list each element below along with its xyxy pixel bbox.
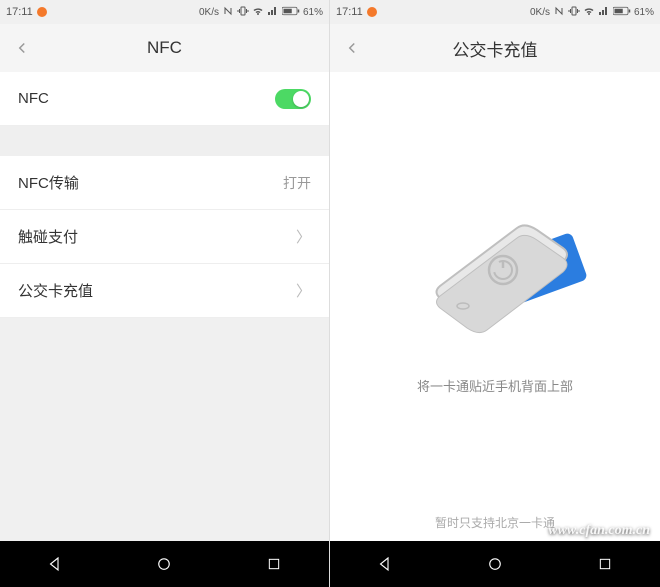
navbar bbox=[0, 541, 329, 587]
phone-left: 17:11 0K/s 61% NFC bbox=[0, 0, 330, 587]
instruction-text: 将一卡通贴近手机背面上部 bbox=[417, 376, 573, 395]
net-speed: 0K/s bbox=[530, 7, 550, 18]
record-indicator-icon bbox=[367, 7, 377, 17]
row-label: NFC传输 bbox=[18, 172, 79, 193]
status-bar: 17:11 0K/s 61% bbox=[330, 0, 660, 24]
record-indicator-icon bbox=[37, 7, 47, 17]
battery-icon bbox=[282, 6, 300, 19]
battery-pct: 61% bbox=[634, 7, 654, 18]
row-label: 公交卡充值 bbox=[18, 280, 93, 301]
row-transit-recharge[interactable]: 公交卡充值 〉 bbox=[0, 264, 329, 318]
vibrate-icon bbox=[237, 5, 249, 20]
back-button[interactable] bbox=[10, 36, 34, 60]
row-value: 打开 bbox=[283, 173, 311, 193]
header: NFC bbox=[0, 24, 329, 72]
recharge-content: 将一卡通贴近手机背面上部 暂时只支持北京一卡通 bbox=[330, 72, 660, 541]
header: 公交卡充值 bbox=[330, 24, 660, 72]
row-tap-pay[interactable]: 触碰支付 〉 bbox=[0, 210, 329, 264]
watermark: www.cfan.com.cn bbox=[548, 523, 650, 539]
net-speed: 0K/s bbox=[199, 7, 219, 18]
section-gap bbox=[0, 126, 329, 156]
nfc-icon bbox=[222, 5, 234, 20]
wifi-icon bbox=[252, 5, 264, 20]
nav-recent-button[interactable] bbox=[595, 554, 615, 574]
page-title: 公交卡充值 bbox=[330, 36, 660, 61]
settings-list: NFC NFC传输 打开 触碰支付 〉 公交卡充值 〉 bbox=[0, 72, 329, 541]
nav-back-button[interactable] bbox=[375, 554, 395, 574]
signal-icon bbox=[598, 5, 610, 20]
vibrate-icon bbox=[568, 5, 580, 20]
nav-back-button[interactable] bbox=[45, 554, 65, 574]
status-bar: 17:11 0K/s 61% bbox=[0, 0, 329, 24]
phone-card-icon bbox=[385, 178, 605, 358]
row-label: NFC bbox=[18, 90, 49, 107]
nfc-icon bbox=[553, 5, 565, 20]
wifi-icon bbox=[583, 5, 595, 20]
status-time: 17:11 bbox=[336, 6, 363, 18]
chevron-right-icon: 〉 bbox=[296, 226, 311, 247]
nav-recent-button[interactable] bbox=[264, 554, 284, 574]
row-nfc-transfer[interactable]: NFC传输 打开 bbox=[0, 156, 329, 210]
status-time: 17:11 bbox=[6, 6, 33, 18]
nav-home-button[interactable] bbox=[154, 554, 174, 574]
chevron-right-icon: 〉 bbox=[296, 280, 311, 301]
tap-card-illustration: 将一卡通贴近手机背面上部 bbox=[330, 72, 660, 500]
back-button[interactable] bbox=[340, 36, 364, 60]
battery-icon bbox=[613, 6, 631, 19]
battery-pct: 61% bbox=[303, 7, 323, 18]
phone-right: 17:11 0K/s 61% 公交卡充值 bbox=[330, 0, 660, 587]
toggle-switch[interactable] bbox=[275, 89, 311, 109]
nav-home-button[interactable] bbox=[485, 554, 505, 574]
page-title: NFC bbox=[0, 38, 329, 58]
navbar bbox=[330, 541, 660, 587]
signal-icon bbox=[267, 5, 279, 20]
row-nfc-toggle[interactable]: NFC bbox=[0, 72, 329, 126]
row-label: 触碰支付 bbox=[18, 226, 78, 247]
